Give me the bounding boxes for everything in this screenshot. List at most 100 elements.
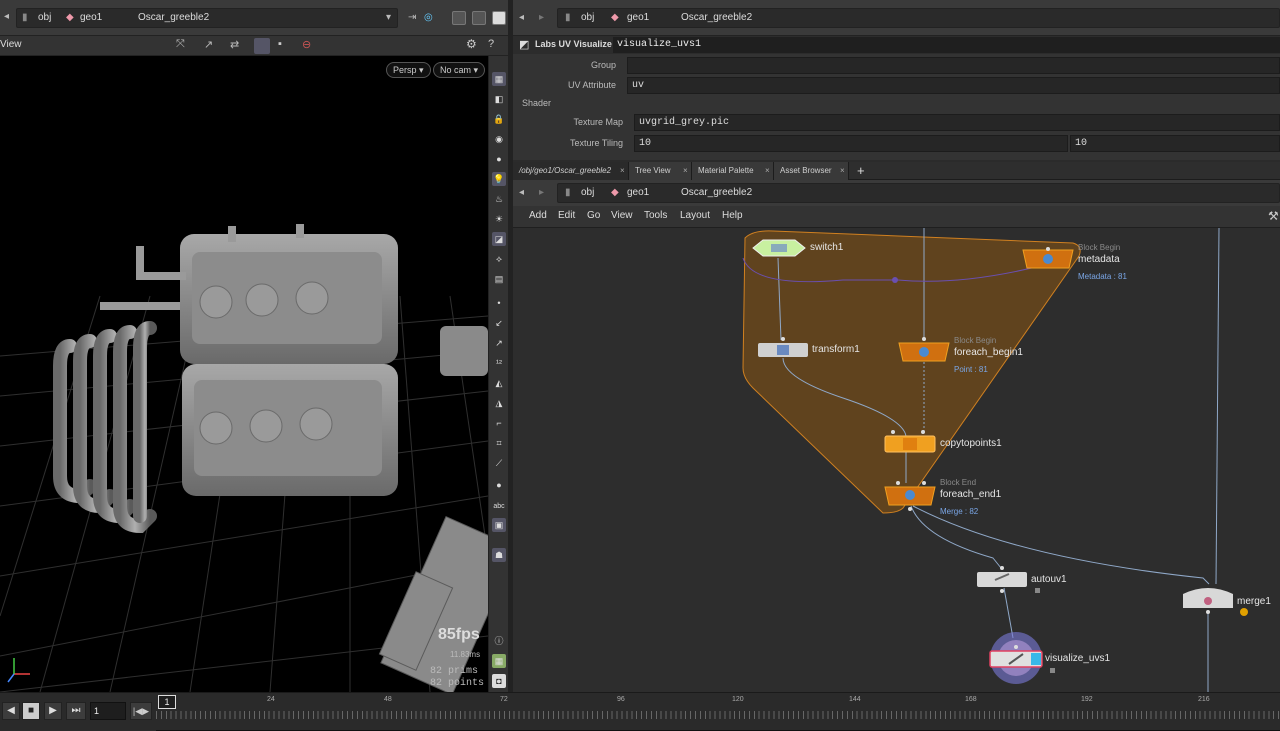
merge1-label[interactable]: merge1	[1237, 596, 1271, 607]
tab-asset-browser-close-icon[interactable]: ×	[840, 166, 845, 175]
tab-network-close-icon[interactable]: ×	[620, 166, 625, 175]
dot-icon[interactable]: ●	[492, 478, 506, 492]
render-region-icon[interactable]: ▪	[278, 38, 282, 50]
right-crumb-geo[interactable]: geo1	[627, 8, 649, 28]
shader-folder-label[interactable]: Shader	[522, 98, 551, 108]
menu-add[interactable]: Add	[529, 210, 547, 221]
play-forward-button[interactable]: ▶	[44, 702, 62, 720]
foreach-end1-label[interactable]: foreach_end1	[940, 489, 1001, 500]
shading-icon[interactable]: ◪	[492, 232, 506, 246]
bounding-box-icon[interactable]: ⌗	[492, 436, 506, 450]
tab-asset-browser[interactable]: Asset Browser	[774, 162, 849, 180]
net-crumb-node[interactable]: Oscar_greeble2	[681, 183, 752, 203]
link-icon[interactable]: ◎	[424, 8, 433, 28]
move-tool-icon[interactable]: ↗	[204, 38, 213, 51]
help-icon[interactable]: ?	[488, 38, 494, 50]
right-path-crumbs[interactable]	[557, 8, 1280, 28]
stop-icon[interactable]: ⊖	[302, 38, 311, 51]
bulb-icon[interactable]: ♨	[492, 192, 506, 206]
menu-help[interactable]: Help	[722, 210, 743, 221]
texture-tiling-x-field[interactable]: 10	[634, 135, 1068, 152]
forward-icon[interactable]: ▸	[539, 8, 544, 28]
uv-icon[interactable]: ◭	[492, 376, 506, 390]
right-crumb-obj[interactable]: obj	[581, 8, 594, 28]
add-tab-icon[interactable]: +	[857, 163, 865, 178]
transform-tool-icon[interactable]: ⇄	[230, 38, 239, 51]
left-crumb-node[interactable]: Oscar_greeble2	[138, 8, 209, 28]
light-icon[interactable]: 💡	[492, 172, 506, 186]
jump-end-button[interactable]: ⏭	[66, 702, 86, 720]
display-icon[interactable]	[472, 11, 486, 25]
autouv1-label[interactable]: autouv1	[1031, 574, 1067, 585]
tab-network[interactable]: /obj/geo1/Oscar_greeble2	[513, 162, 629, 180]
tab-material-palette[interactable]: Material Palette	[692, 162, 774, 180]
net-back-icon[interactable]: ◂	[519, 183, 524, 203]
left-crumb-obj[interactable]: obj	[38, 8, 51, 28]
menu-edit[interactable]: Edit	[558, 210, 575, 221]
3d-viewport[interactable]: Persp ▾ No cam ▾ 85fps 11.83ms 82 prims …	[0, 56, 488, 692]
flipbook-icon[interactable]: ☗	[492, 548, 506, 562]
numbers-icon[interactable]: ¹²	[492, 356, 506, 370]
left-path-dropdown-icon[interactable]: ▾	[386, 8, 391, 28]
vector-icon[interactable]: ↗	[492, 336, 506, 350]
text-abc-icon[interactable]: abc	[492, 500, 506, 514]
pin-icon[interactable]: ⇥	[408, 8, 416, 28]
hull-icon[interactable]: ◮	[492, 396, 506, 410]
net-path-crumbs[interactable]	[557, 183, 1280, 203]
sphere-icon[interactable]: ●	[492, 152, 506, 166]
play-reverse-button[interactable]: ◀	[2, 702, 20, 720]
point-icon[interactable]: •	[492, 296, 506, 310]
net-crumb-geo[interactable]: geo1	[627, 183, 649, 203]
edge-icon[interactable]: ⟋	[492, 456, 506, 470]
maximize-icon[interactable]	[492, 11, 506, 25]
menu-go[interactable]: Go	[587, 210, 600, 221]
net-forward-icon[interactable]: ▸	[539, 183, 544, 203]
info-icon[interactable]: ⓘ	[492, 634, 506, 648]
guide-icon[interactable]: ⌐	[492, 416, 506, 430]
viewer-options-icon[interactable]	[452, 11, 466, 25]
metadata-block-label: Block Begin	[1078, 243, 1121, 252]
foreach-begin1-label[interactable]: foreach_begin1	[954, 347, 1023, 358]
background-icon[interactable]: ▣	[492, 518, 506, 532]
uv-attribute-field[interactable]: uv	[627, 77, 1280, 94]
transform1-label[interactable]: transform1	[812, 344, 860, 355]
texture-tiling-y-field[interactable]: 10	[1070, 135, 1280, 152]
menu-layout[interactable]: Layout	[680, 210, 710, 221]
switch1-label[interactable]: switch1	[810, 242, 843, 253]
timeline-track[interactable]: 1 24 48 72 96 120 144 168 192 216	[156, 693, 1280, 731]
back-icon[interactable]: ◂	[519, 8, 524, 28]
visualize-uvs1-label[interactable]: visualize_uvs1	[1045, 653, 1110, 664]
menu-view[interactable]: View	[611, 210, 633, 221]
snap-icon[interactable]	[254, 38, 270, 54]
normal-icon[interactable]: ↙	[492, 316, 506, 330]
ghost-icon[interactable]: ◧	[492, 92, 506, 106]
step-icon[interactable]: |◀▶	[130, 702, 152, 720]
wireframe-icon[interactable]: ⟡	[492, 252, 506, 266]
node-name-field[interactable]: visualize_uvs1	[613, 37, 1280, 53]
camera-dropdown[interactable]: No cam ▾	[433, 62, 486, 78]
headlight-icon[interactable]: ☀	[492, 212, 506, 226]
select-tool-icon[interactable]: ⤧	[176, 38, 185, 51]
network-tools-icon[interactable]: ⚒	[1268, 209, 1279, 223]
lock-icon[interactable]: 🔒	[492, 112, 506, 126]
right-crumb-node[interactable]: Oscar_greeble2	[681, 8, 752, 28]
frame-field[interactable]: 1	[90, 702, 126, 720]
left-crumb-geo[interactable]: geo1	[80, 8, 102, 28]
net-crumb-obj[interactable]: obj	[581, 183, 594, 203]
tab-tree-view-close-icon[interactable]: ×	[683, 166, 688, 175]
group-field[interactable]	[627, 57, 1280, 74]
camera-icon[interactable]: ◉	[492, 132, 506, 146]
copytopoints1-label[interactable]: copytopoints1	[940, 438, 1002, 449]
snapshot-icon[interactable]: ◘	[492, 674, 506, 688]
network-editor[interactable]: switch1 Block Begin metadata Metadata : …	[513, 228, 1280, 692]
menu-tools[interactable]: Tools	[644, 210, 667, 221]
layout-grid-icon[interactable]: ▦	[492, 654, 506, 668]
tab-material-palette-close-icon[interactable]: ×	[765, 166, 770, 175]
display-options-icon[interactable]: ▦	[492, 72, 506, 86]
texture-map-field[interactable]: uvgrid_grey.pic	[634, 114, 1280, 131]
persp-dropdown[interactable]: Persp ▾	[386, 62, 431, 78]
viewer-settings-icon[interactable]: ⚙	[466, 37, 477, 51]
stop-button[interactable]: ■	[22, 702, 40, 720]
template-icon[interactable]: ▤	[492, 272, 506, 286]
metadata-label[interactable]: metadata	[1078, 254, 1120, 265]
